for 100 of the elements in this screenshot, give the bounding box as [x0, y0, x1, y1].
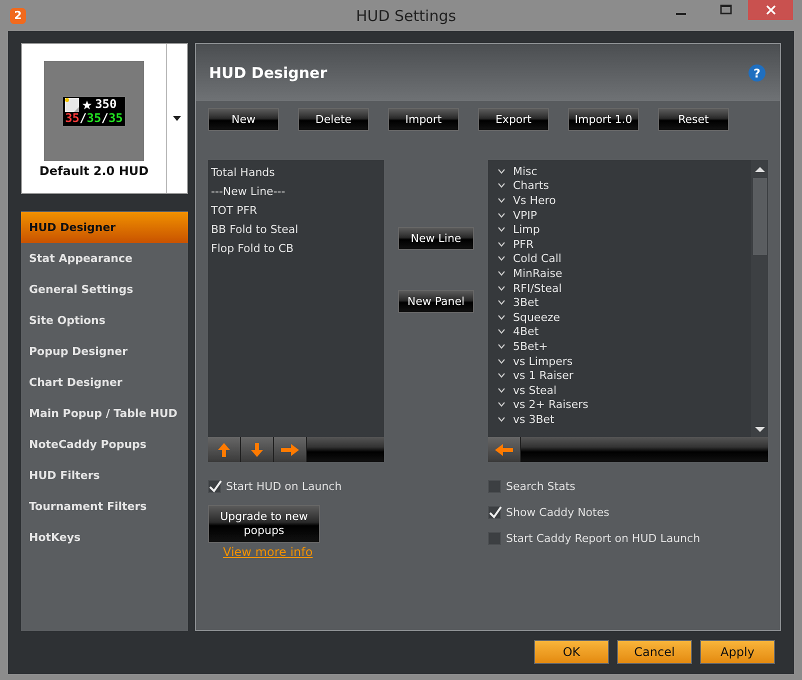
move-up-button[interactable]	[208, 437, 241, 462]
stat-group[interactable]: 3Bet	[513, 296, 539, 310]
checkbox-label: Start HUD on Launch	[226, 480, 342, 493]
stat-group[interactable]: PFR	[513, 238, 534, 251]
panel-button[interactable]: New Line	[398, 227, 474, 250]
checkbox-label: Show Caddy Notes	[506, 506, 610, 519]
down-arrow-icon	[251, 442, 263, 456]
checkbox-label: Start Caddy Report on HUD Launch	[506, 532, 700, 545]
list-item[interactable]: Flop Fold to CB	[208, 239, 384, 258]
stat-separator: /	[101, 112, 108, 124]
app-logo: 2	[10, 8, 26, 24]
left-arrow-icon	[495, 444, 513, 456]
sidebar-item[interactable]: HotKeys	[21, 522, 188, 553]
stat-group[interactable]: 5Bet+	[513, 340, 548, 353]
checkbox[interactable]	[488, 532, 501, 545]
help-icon[interactable]: ?	[748, 64, 766, 82]
toolbar-button[interactable]: Reset	[658, 108, 729, 131]
close-button[interactable]	[748, 0, 793, 20]
up-arrow-icon	[218, 442, 230, 456]
minimize-icon	[676, 13, 686, 15]
chevron-icon[interactable]	[498, 242, 505, 247]
list-item[interactable]: Total Hands	[208, 163, 384, 182]
scrollbar-thumb[interactable]	[752, 178, 766, 255]
stat-group[interactable]: vs Steal	[513, 384, 557, 397]
stat-group[interactable]: RFI/Steal	[513, 282, 562, 295]
move-left-button[interactable]	[488, 437, 521, 462]
sidebar-item[interactable]: Main Popup / Table HUD	[21, 398, 188, 429]
stat-separator: /	[80, 112, 87, 124]
dialog-button[interactable]: Cancel	[617, 640, 692, 664]
toolbar-button[interactable]: Export	[478, 108, 549, 131]
toolbar-button[interactable]: New	[208, 108, 279, 131]
note-icon	[65, 98, 80, 112]
hud-stat-value: 35	[86, 112, 102, 124]
chevron-icon[interactable]	[498, 416, 505, 422]
chevron-icon[interactable]	[498, 402, 505, 408]
window-title: HUD Settings	[356, 6, 456, 24]
sidebar-item[interactable]: General Settings	[21, 274, 188, 305]
list-item[interactable]: TOT PFR	[208, 201, 384, 220]
stat-group[interactable]: Charts	[513, 179, 549, 192]
panel-button[interactable]: New Panel	[398, 290, 474, 313]
checkbox[interactable]	[488, 480, 501, 493]
dialog-button[interactable]: Apply	[700, 640, 775, 664]
chevron-icon[interactable]	[498, 358, 505, 364]
chevron-icon[interactable]	[498, 344, 505, 349]
close-icon	[764, 4, 776, 16]
panel-title: HUD Designer	[209, 64, 328, 82]
chevron-icon[interactable]	[498, 329, 505, 334]
stat-group[interactable]: 4Bet	[513, 325, 539, 338]
hud-stat-value: 35	[108, 112, 123, 124]
stat-group[interactable]: Vs Hero	[513, 194, 556, 207]
upgrade-button[interactable]: Upgrade to new popups	[208, 505, 320, 543]
list-item[interactable]: BB Fold to Steal	[208, 220, 384, 239]
chevron-icon[interactable]	[498, 314, 505, 320]
stat-group[interactable]: MinRaise	[513, 266, 562, 280]
right-arrow-icon	[281, 444, 299, 456]
chevron-icon[interactable]	[498, 256, 505, 262]
chevron-icon[interactable]	[498, 212, 505, 218]
hud-stat-value: 350	[95, 98, 117, 111]
sidebar-item[interactable]: HUD Filters	[21, 460, 188, 491]
stat-group[interactable]: VPIP	[513, 208, 538, 222]
toolbar-button[interactable]: Delete	[298, 108, 369, 131]
chevron-icon[interactable]	[498, 270, 505, 276]
stat-group[interactable]: Misc	[513, 164, 538, 178]
sidebar-item[interactable]: Site Options	[21, 305, 188, 336]
toolbar-button[interactable]: Import 1.0	[568, 108, 639, 131]
stat-group[interactable]: Squeeze	[513, 310, 560, 324]
stat-group[interactable]: vs Limpers	[513, 354, 573, 368]
chevron-icon[interactable]	[498, 300, 505, 306]
stat-group[interactable]: vs 3Bet	[513, 412, 554, 426]
scrollbar[interactable]	[751, 160, 768, 437]
maximize-icon	[720, 4, 732, 16]
chevron-icon[interactable]	[498, 198, 505, 203]
hud-stat-value: 35	[65, 112, 80, 124]
sidebar-item[interactable]: Popup Designer	[21, 336, 188, 367]
hud-name: Default 2.0 HUD	[39, 164, 149, 178]
chevron-icon[interactable]	[498, 373, 505, 378]
stat-group[interactable]: vs 1 Raiser	[513, 369, 574, 382]
move-right-button[interactable]	[274, 437, 307, 462]
stat-group[interactable]: Limp	[513, 223, 540, 236]
toolbar-button[interactable]: Import	[388, 108, 459, 131]
stat-group[interactable]: Cold Call	[513, 252, 562, 266]
hud-preview-card[interactable]: 350 35/35/35 Default 2.0 HUD	[21, 43, 188, 194]
checkbox-label: Search Stats	[506, 480, 576, 493]
chevron-icon[interactable]	[498, 183, 505, 188]
sidebar-item[interactable]: NoteCaddy Popups	[21, 429, 188, 460]
chevron-icon[interactable]	[498, 168, 505, 174]
checkbox[interactable]	[208, 480, 221, 493]
list-item[interactable]: ---New Line---	[208, 182, 384, 201]
sidebar-item[interactable]: Stat Appearance	[21, 243, 188, 274]
move-down-button[interactable]	[241, 437, 274, 462]
chevron-icon[interactable]	[498, 227, 505, 232]
sidebar-item[interactable]: HUD Designer	[21, 212, 188, 243]
chevron-icon[interactable]	[498, 286, 505, 291]
star-icon	[82, 100, 92, 110]
stat-group[interactable]: vs 2+ Raisers	[513, 398, 588, 412]
chevron-icon[interactable]	[498, 388, 505, 393]
dialog-button[interactable]: OK	[534, 640, 609, 664]
sidebar-item[interactable]: Chart Designer	[21, 367, 188, 398]
checkbox[interactable]	[488, 506, 501, 519]
sidebar-item[interactable]: Tournament Filters	[21, 491, 188, 522]
